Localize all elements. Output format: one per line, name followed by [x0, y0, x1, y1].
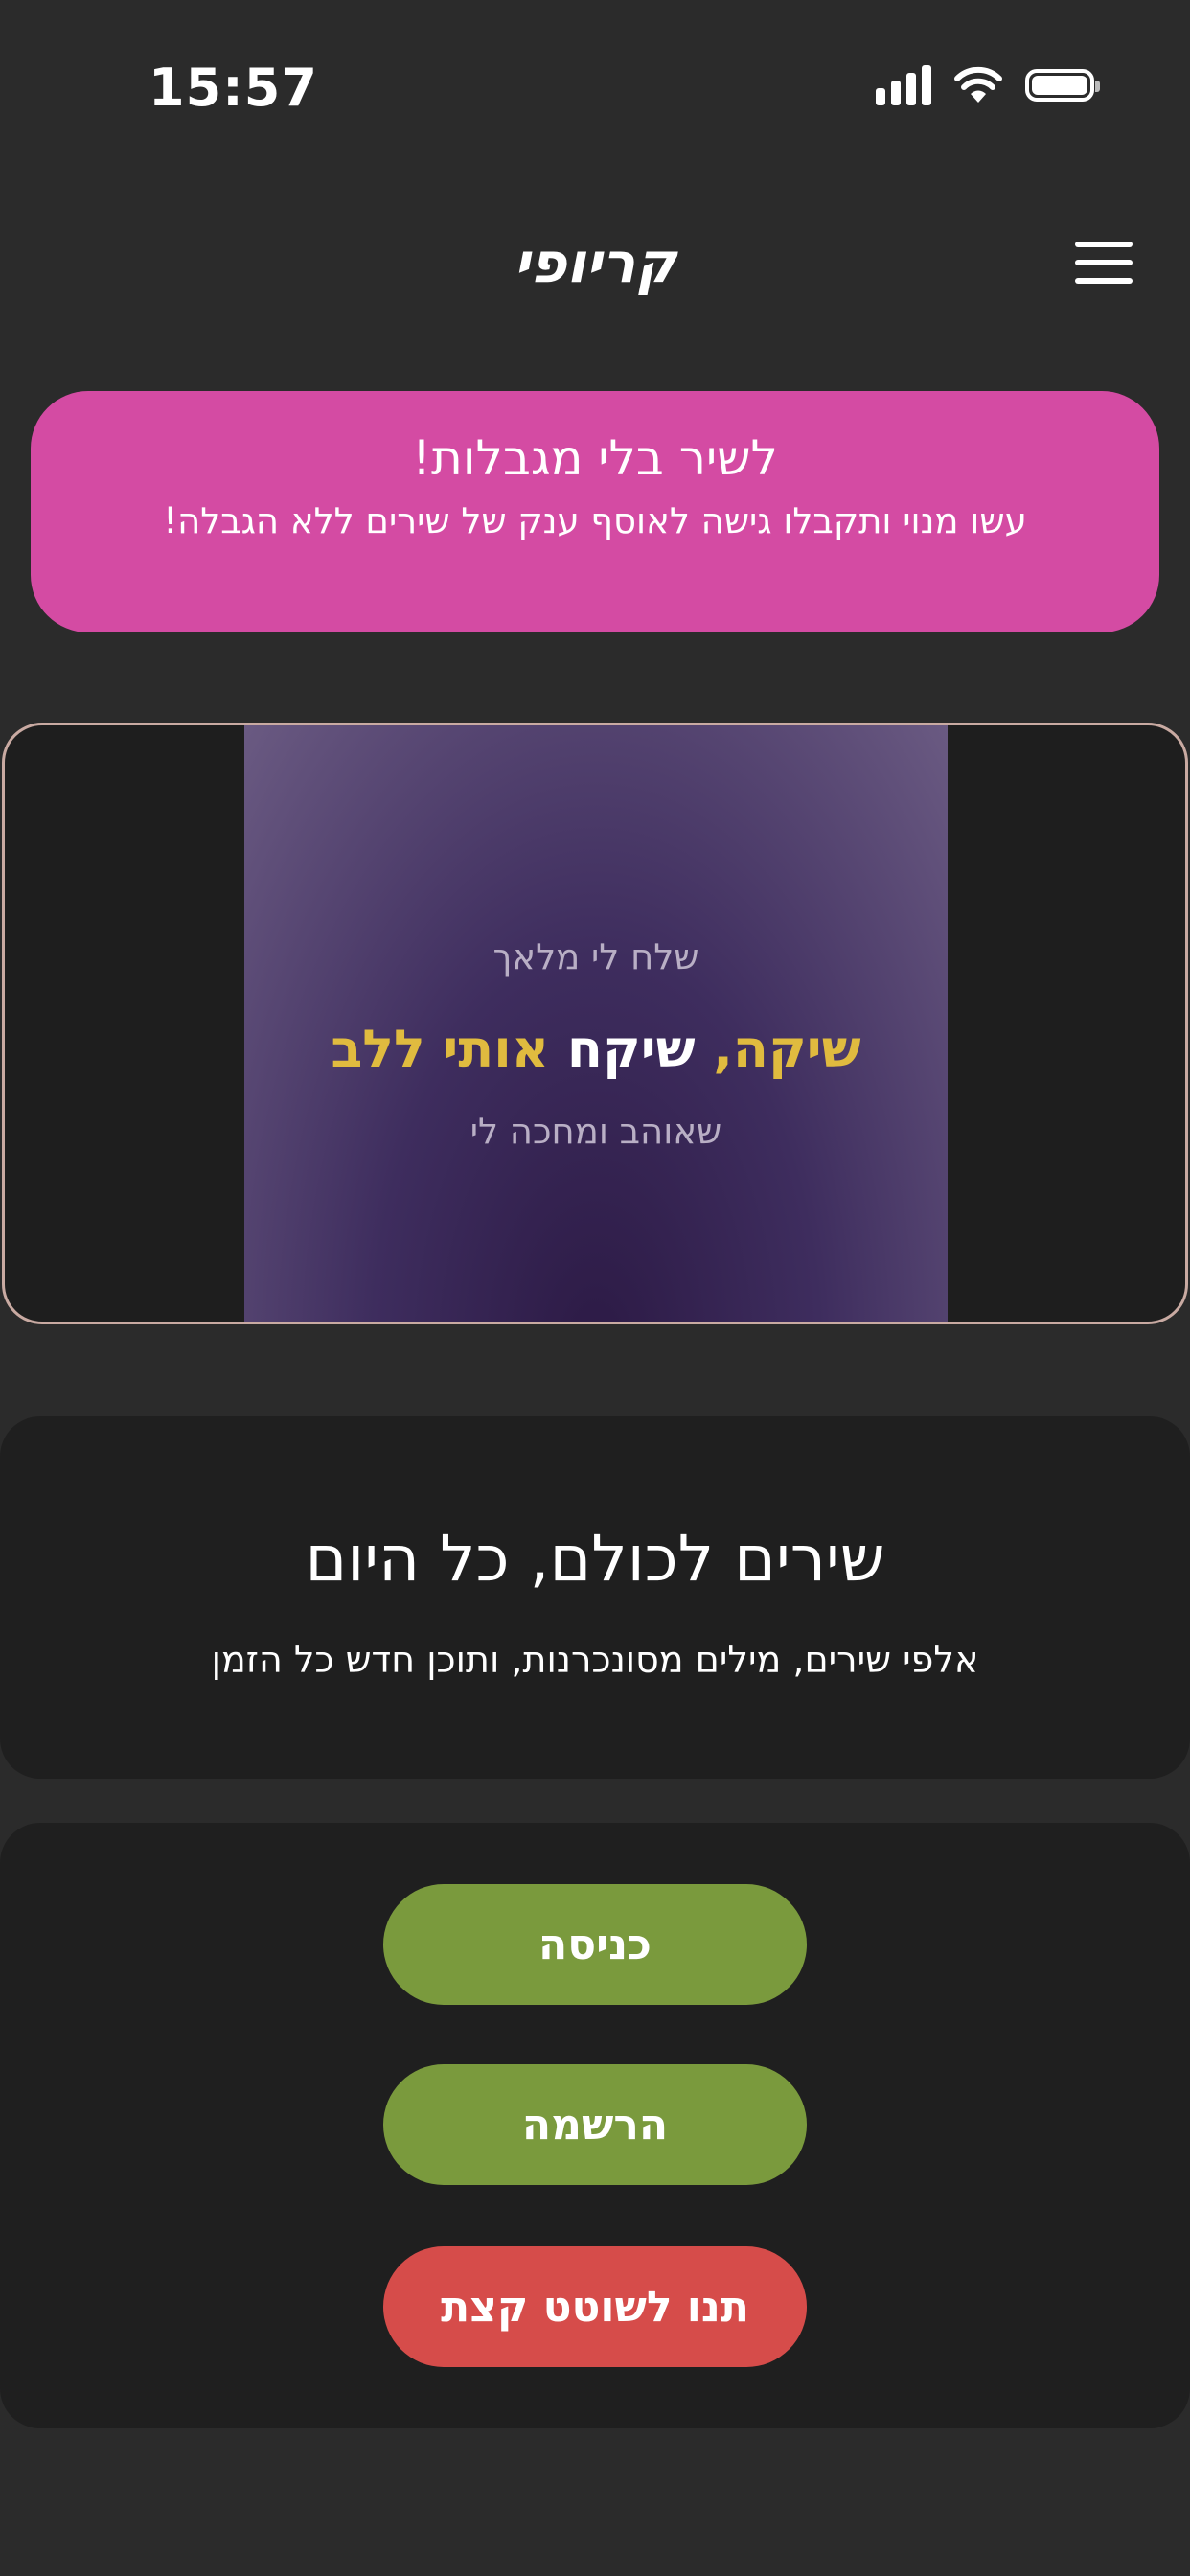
lyric-sung-part: שיקה,: [713, 1019, 861, 1079]
status-bar: 15:57: [0, 0, 1190, 172]
video-frame: שלח לי מלאך שיקה, שיקח אותי ללב שאוהב ומ…: [244, 725, 948, 1322]
login-button[interactable]: כניסה: [383, 1884, 807, 2005]
lyric-upcoming-part: אותי ללב: [331, 1019, 550, 1079]
lyrics-video-preview[interactable]: שלח לי מלאך שיקה, שיקח אותי ללב שאוהב ומ…: [2, 723, 1188, 1324]
promo-subtitle: עשו מנוי ותקבלו גישה לאוסף ענק של שירים …: [163, 500, 1027, 541]
actions-card: כניסה הרשמה תנו לשוטט קצת: [0, 1823, 1190, 2428]
lyric-current-line: שיקה, שיקח אותי ללב: [244, 1019, 948, 1079]
promo-title: לשיר בלי מגבלות!: [412, 430, 778, 486]
subscription-promo-banner[interactable]: לשיר בלי מגבלות! עשו מנוי ותקבלו גישה לא…: [31, 391, 1159, 632]
tagline-card: שירים לכולם, כל היום אלפי שירים, מילים מ…: [0, 1416, 1190, 1779]
hamburger-menu-icon[interactable]: [1075, 242, 1133, 284]
status-icons: [876, 65, 1100, 105]
signal-icon: [876, 65, 931, 105]
wifi-icon: [954, 66, 1002, 103]
lyric-current-word: שיקח: [566, 1019, 696, 1079]
app-header: קריופי: [0, 211, 1190, 316]
tagline-subtitle: אלפי שירים, מילים מסונכרנות, ותוכן חדש כ…: [211, 1639, 979, 1681]
lyric-next-line: שאוהב ומחכה לי: [469, 1111, 722, 1152]
tagline-title: שירים לכולם, כל היום: [305, 1522, 885, 1596]
app-title: קריופי: [514, 230, 676, 295]
register-button[interactable]: הרשמה: [383, 2064, 807, 2185]
status-time: 15:57: [149, 58, 318, 118]
lyric-previous-line: שלח לי מלאך: [492, 936, 699, 978]
browse-as-guest-button[interactable]: תנו לשוטט קצת: [383, 2246, 807, 2367]
battery-icon: [1025, 69, 1100, 102]
